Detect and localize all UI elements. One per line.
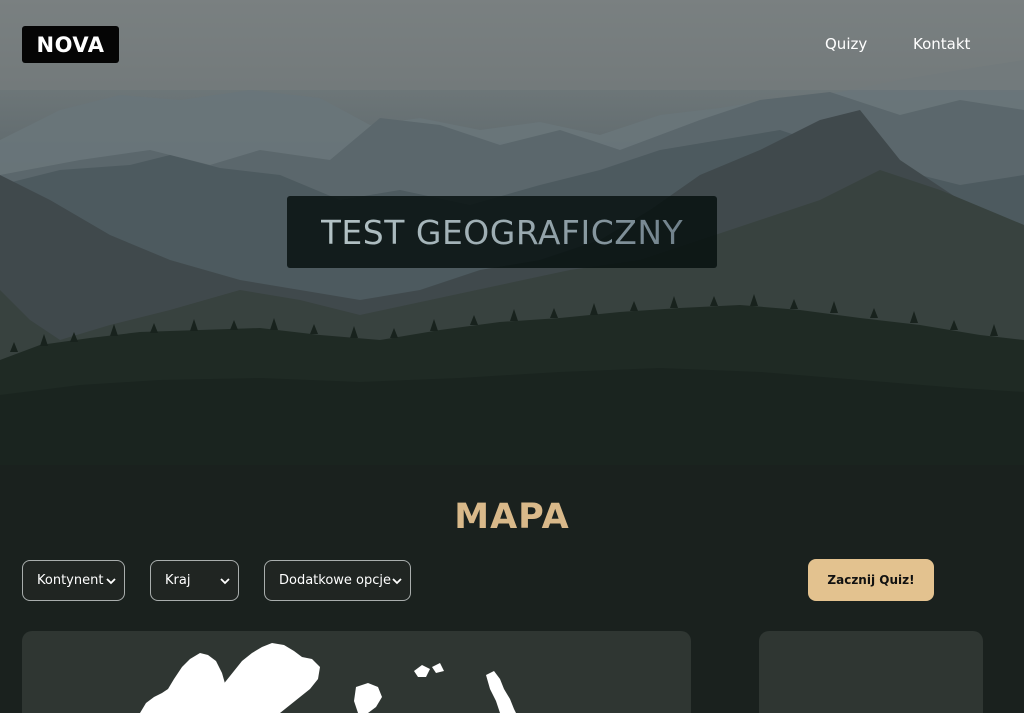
nav-link-quizy[interactable]: Quizy bbox=[825, 35, 867, 53]
hero-banner: NOVA Quizy Kontakt TEST GEOGRAFICZNY bbox=[0, 0, 1024, 465]
continent-select-value: Kontynent bbox=[37, 573, 104, 588]
nav-link-kontakt[interactable]: Kontakt bbox=[913, 35, 970, 53]
country-select-value: Kraj bbox=[165, 573, 191, 588]
options-select-value: Dodatkowe opcje bbox=[279, 573, 392, 588]
map-panel[interactable] bbox=[22, 631, 691, 713]
options-select[interactable]: Dodatkowe opcje bbox=[264, 560, 411, 601]
continent-select[interactable]: Kontynent bbox=[22, 560, 125, 601]
hero-title: TEST GEOGRAFICZNY bbox=[320, 212, 684, 252]
chevron-down-icon bbox=[220, 578, 230, 585]
navbar bbox=[0, 0, 1024, 90]
logo[interactable]: NOVA bbox=[22, 26, 119, 63]
chevron-down-icon bbox=[106, 578, 116, 585]
hero-title-box: TEST GEOGRAFICZNY bbox=[287, 196, 717, 268]
section-title: MAPA bbox=[454, 497, 570, 537]
chevron-down-icon bbox=[392, 578, 402, 585]
world-map-image[interactable] bbox=[22, 631, 691, 713]
side-panel bbox=[759, 631, 983, 713]
start-quiz-button[interactable]: Zacznij Quiz! bbox=[808, 559, 934, 601]
country-select[interactable]: Kraj bbox=[150, 560, 239, 601]
